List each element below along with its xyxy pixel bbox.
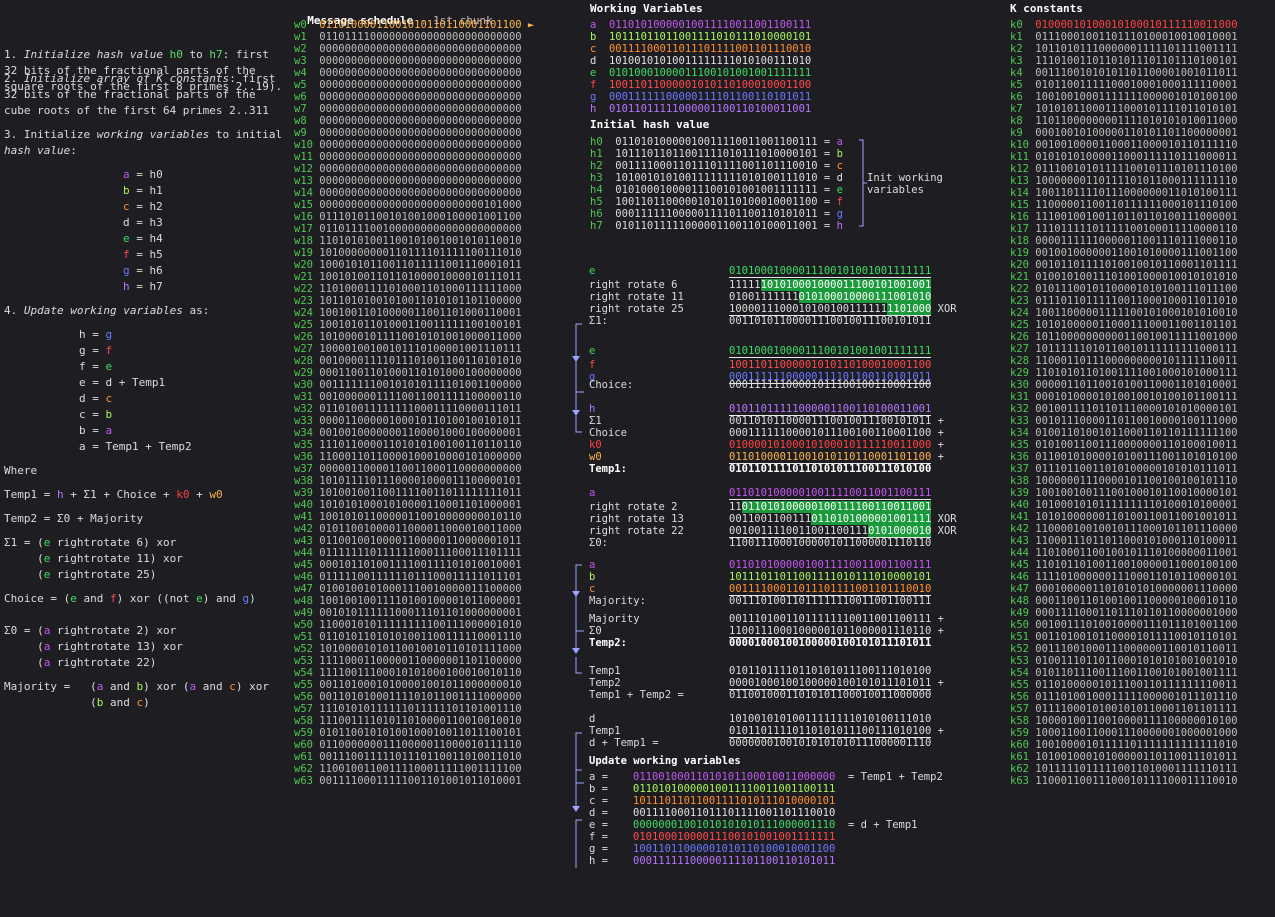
- init-brace: [859, 139, 864, 227]
- connector-lines: [572, 139, 867, 868]
